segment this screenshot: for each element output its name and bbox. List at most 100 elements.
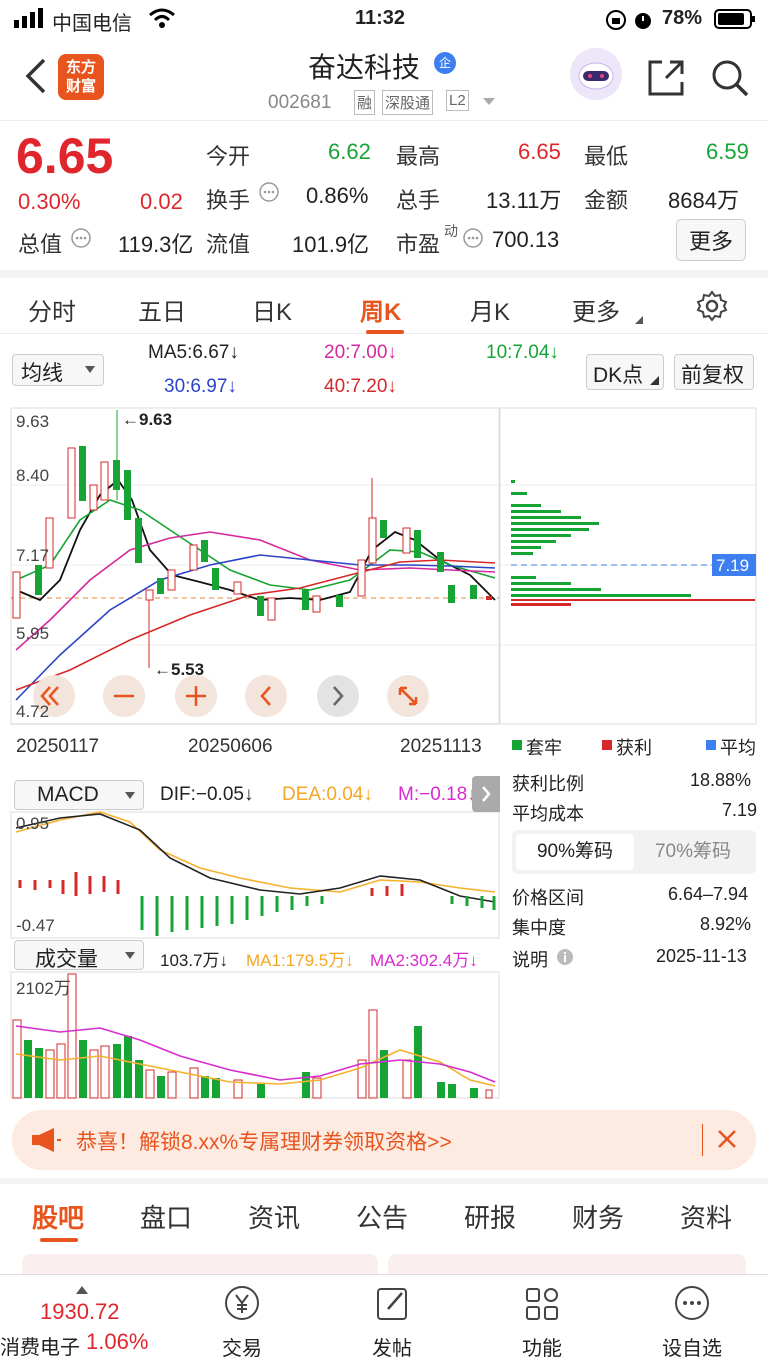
info-icon[interactable] — [556, 948, 574, 971]
move-right-button[interactable] — [317, 675, 359, 717]
tab-order-book[interactable]: 盘口 — [140, 1198, 192, 1235]
info-icon[interactable] — [258, 181, 280, 208]
tab-more[interactable]: 更多 — [572, 292, 620, 327]
candle — [414, 530, 421, 558]
volume-label: 总手 — [396, 188, 441, 213]
candle — [79, 446, 86, 501]
tab-profile[interactable]: 资料 — [680, 1198, 732, 1235]
dropdown-icon[interactable] — [482, 94, 496, 112]
index-value[interactable]: 1930.72 — [40, 1299, 120, 1325]
candle — [486, 596, 492, 600]
chart-controls — [33, 675, 429, 717]
chip-90-button[interactable]: 90%筹码 — [516, 834, 634, 870]
tab-announcements[interactable]: 公告 — [356, 1198, 408, 1235]
back-icon[interactable] — [22, 56, 48, 101]
pe-value: 700.13 — [492, 227, 560, 252]
candle — [157, 578, 164, 594]
turnover-label: 换手 — [206, 188, 251, 213]
price-range-value: 6.64–7.94 — [668, 884, 749, 904]
tab-forum[interactable]: 股吧 — [32, 1198, 84, 1235]
low-value: 6.59 — [706, 139, 749, 164]
volume-selector[interactable]: 成交量 — [14, 940, 144, 971]
pe-label: 市盈 — [396, 232, 441, 257]
candle — [189, 544, 198, 571]
adjust-mode-button[interactable]: 前复权 — [674, 354, 754, 390]
avg-cost-tag: 7.19 — [716, 556, 750, 575]
volume-top-label: 2102万 — [16, 979, 71, 998]
y-axis-label: 7.17 — [16, 546, 50, 565]
macd-selector[interactable]: MACD — [14, 780, 144, 810]
card-peek — [22, 1254, 378, 1276]
tab-five-day[interactable]: 五日 — [138, 292, 186, 327]
close-icon[interactable] — [716, 1128, 738, 1155]
signal-icon — [14, 8, 48, 34]
settings-gear-icon[interactable] — [696, 290, 728, 327]
ma40-value: 40:7.20↓ — [324, 376, 397, 397]
dif-line — [15, 813, 496, 903]
volume-value: 103.7万↓ — [160, 951, 229, 970]
promo-banner[interactable]: 恭喜！解锁8.xx%专属理财券领取资格>> — [12, 1110, 756, 1170]
grid-icon — [526, 1288, 558, 1320]
quote-panel: 6.65 0.30% 0.02 总值 119.3亿 今开 6.62 最高 6.6… — [0, 120, 768, 270]
tab-indicator — [40, 1238, 78, 1242]
nav-features[interactable]: 功能 — [482, 1283, 602, 1363]
candle — [437, 552, 444, 572]
chevron-right-icon — [482, 786, 491, 802]
candle — [402, 527, 411, 554]
nav-post[interactable]: 发帖 — [332, 1283, 452, 1363]
move-left-button[interactable] — [245, 675, 287, 717]
change-percent: 0.30% — [18, 189, 81, 214]
index-name[interactable]: 消费电子 — [0, 1331, 80, 1360]
ma5-value: MA5:6.67↓ — [148, 342, 239, 363]
y-axis-label: 5.95 — [16, 624, 50, 643]
candle — [67, 447, 76, 519]
dropdown-icon — [125, 792, 135, 799]
ma-selector[interactable]: 均线 — [12, 354, 104, 386]
concentration-label: 集中度 — [512, 918, 566, 938]
candle — [357, 559, 366, 597]
assistant-avatar[interactable] — [570, 48, 622, 100]
ma20-line — [15, 531, 496, 651]
info-icon[interactable] — [462, 227, 484, 254]
tab-monthly-k[interactable]: 月K — [470, 292, 510, 327]
open-label: 今开 — [206, 144, 251, 169]
nav-add-watchlist[interactable]: 设自选 — [632, 1283, 752, 1363]
candle — [135, 518, 142, 563]
high-label: 最高 — [396, 144, 441, 169]
divider — [702, 1124, 703, 1156]
carrier: 中国电信 — [52, 13, 132, 35]
battery-icon — [714, 9, 756, 35]
wifi-icon — [148, 7, 176, 35]
share-icon[interactable] — [646, 58, 686, 103]
tab-financials[interactable]: 财务 — [572, 1198, 624, 1235]
tag-margin: 融 — [354, 90, 376, 115]
corner-arrow-icon — [650, 376, 659, 385]
search-icon[interactable] — [710, 58, 750, 103]
tab-research[interactable]: 研报 — [464, 1198, 516, 1235]
promo-text: 恭喜！解锁8.xx%专属理财券领取资格>> — [76, 1131, 452, 1154]
tag-l2: L2 — [446, 90, 469, 111]
legend-swatch — [706, 740, 716, 750]
triangle-up-icon — [76, 1281, 88, 1299]
bottom-nav: 1930.72 消费电子 1.06% 交易 发帖 功能 设自选 — [0, 1274, 768, 1366]
legend-swatch — [602, 740, 612, 750]
tab-daily-k[interactable]: 日K — [252, 292, 292, 327]
more-button[interactable]: 更多 — [676, 219, 747, 261]
chip-70-button[interactable]: 70%筹码 — [634, 834, 752, 870]
nav-trade[interactable]: 交易 — [182, 1283, 302, 1363]
profit-ratio-value: 18.88% — [690, 770, 752, 790]
candle — [257, 596, 264, 616]
tab-weekly-k[interactable]: 周K — [360, 292, 401, 327]
low-label: 最低 — [584, 144, 629, 169]
x-axis-label: 20251113 — [400, 736, 482, 757]
info-icon[interactable] — [70, 227, 92, 254]
status-bar: 中国电信 11:32 78% — [0, 0, 768, 38]
chip-distribution — [511, 480, 755, 606]
candle — [312, 595, 321, 613]
tab-news[interactable]: 资讯 — [248, 1198, 300, 1235]
tab-intraday[interactable]: 分时 — [28, 292, 76, 327]
macd-frame — [10, 811, 500, 939]
total-cap-label: 总值 — [18, 232, 63, 257]
dk-point-button[interactable]: DK点 — [586, 354, 664, 390]
expand-panel-button[interactable] — [472, 776, 500, 812]
